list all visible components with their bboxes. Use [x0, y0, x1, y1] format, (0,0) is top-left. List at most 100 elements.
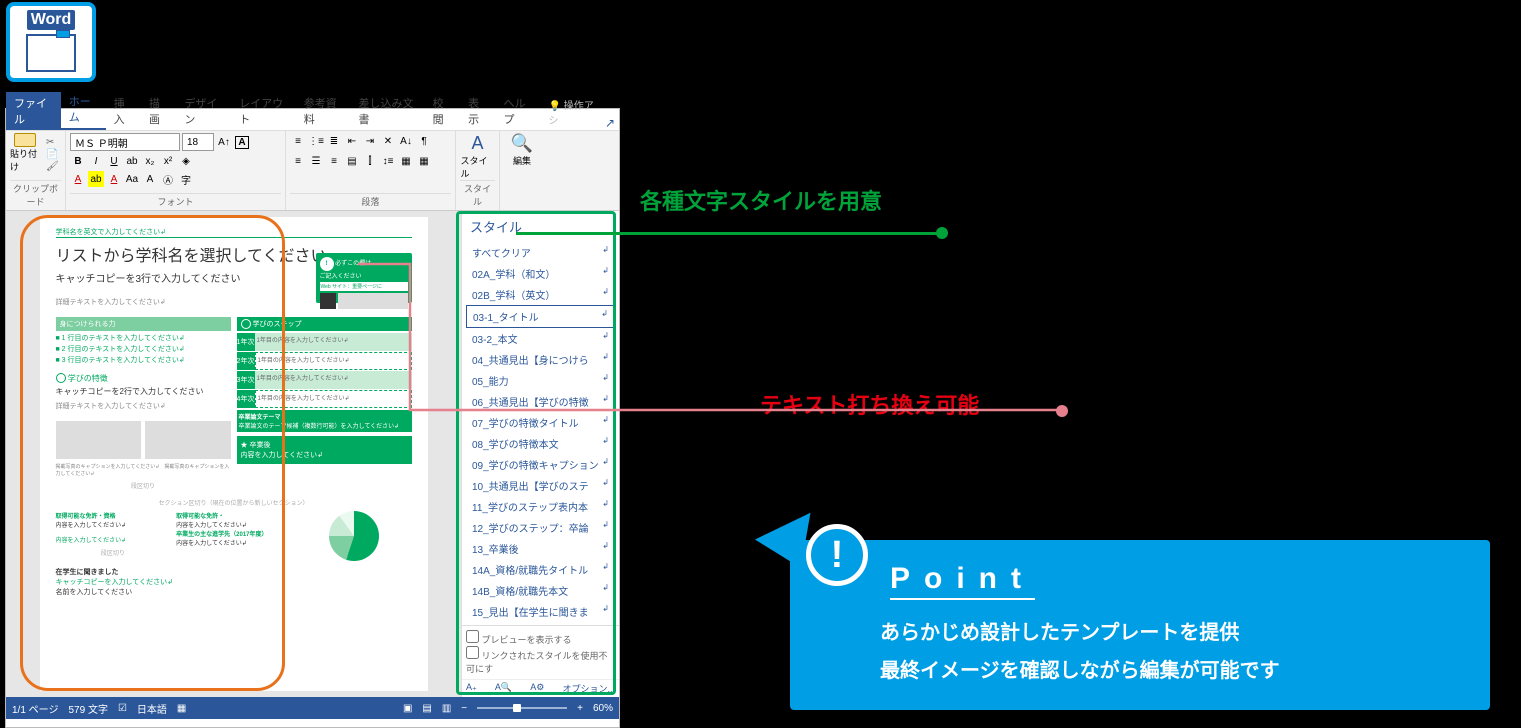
cert-body[interactable]: 内容を入力してください↲ — [56, 523, 127, 529]
style-item[interactable]: 13_卒業後↲ — [466, 538, 615, 559]
tab-view[interactable]: 表示 — [460, 92, 495, 130]
show-marks-icon[interactable]: ¶ — [416, 133, 432, 149]
sub-icon[interactable]: x₂ — [142, 153, 158, 169]
styles-button[interactable]: A スタイル — [461, 133, 495, 180]
font-color-icon[interactable]: A — [70, 171, 86, 187]
edit-button[interactable]: 🔍 編集 — [505, 133, 539, 167]
styles-options-link[interactable]: オプション... — [562, 682, 615, 695]
zoom-out-icon[interactable]: − — [461, 703, 467, 714]
grow-font-icon[interactable]: A↑ — [216, 134, 232, 150]
style-item[interactable]: 05_能力↲ — [466, 370, 615, 391]
char-border-icon[interactable]: 字 — [178, 171, 194, 187]
new-style-icon[interactable]: A₊ — [466, 682, 477, 695]
focus-view-icon[interactable]: ▣ — [403, 703, 412, 714]
asian-icon[interactable]: ✕ — [380, 133, 396, 149]
align-center-icon[interactable]: ☰ — [308, 153, 324, 169]
document-viewport[interactable]: 学科名を英文で入力してください↲ リストから学科名を選択してください キャッチコ… — [6, 211, 461, 697]
align-right-icon[interactable]: ≡ — [326, 153, 342, 169]
indent-inc-icon[interactable]: ⇥ — [362, 133, 378, 149]
cut-icon[interactable]: ✂ — [46, 137, 59, 148]
shading-icon[interactable]: ▦ — [398, 153, 414, 169]
sort-icon[interactable]: A↓ — [398, 133, 414, 149]
page-indicator[interactable]: 1/1 ページ — [12, 701, 58, 716]
style-item[interactable]: 07_学びの特徴タイトル↲ — [466, 412, 615, 433]
distribute-icon[interactable]: ⫿ — [362, 153, 378, 169]
italic-icon[interactable]: I — [88, 153, 104, 169]
bullet-3[interactable]: ■ 3 行目のテキストを入力してください↲ — [56, 355, 231, 366]
style-item[interactable]: 10_共通見出【学びのステ↲ — [466, 475, 615, 496]
feature-catch[interactable]: キャッチコピーを2行で入力してください — [56, 386, 231, 397]
tab-file[interactable]: ファイル — [6, 92, 61, 130]
name-prompt[interactable]: 名前を入力してください — [56, 589, 133, 596]
justify-icon[interactable]: ▤ — [344, 153, 360, 169]
style-item[interactable]: 14A_資格/就職先タイトル↲ — [466, 559, 615, 580]
tab-design[interactable]: デザイン — [176, 92, 231, 130]
tab-layout[interactable]: レイアウト — [231, 92, 296, 130]
char-scale-icon[interactable]: A — [142, 171, 158, 187]
style-item[interactable]: 14B_資格/就職先本文↲ — [466, 580, 615, 601]
word-count[interactable]: 579 文字 — [68, 701, 107, 716]
tab-help[interactable]: ヘルプ — [495, 92, 540, 130]
interview-catch[interactable]: キャッチコピーを入力してください↲ — [56, 579, 173, 586]
align-left-icon[interactable]: ≡ — [290, 153, 306, 169]
style-item[interactable]: 02B_学科（英文）↲ — [466, 284, 615, 305]
borders-icon[interactable]: ▦ — [416, 153, 432, 169]
tab-mailings[interactable]: 差し込み文書 — [350, 92, 424, 130]
style-item[interactable]: すべてクリア↲ — [466, 242, 615, 263]
preview-checkbox[interactable]: プレビューを表示する — [466, 630, 615, 646]
spellcheck-icon[interactable]: ☑ — [118, 703, 127, 714]
tab-review[interactable]: 校閲 — [425, 92, 460, 130]
macro-icon[interactable]: ▦ — [177, 703, 186, 714]
feature-detail[interactable]: 詳細テキストを入力してください↲ — [56, 401, 231, 411]
tab-draw[interactable]: 描画 — [141, 92, 176, 130]
photo-caption[interactable]: 掲載写真のキャプションを入力してください↲ 掲載写真のキャプションを入力してくだ… — [56, 463, 231, 477]
tell-me-hint[interactable]: 💡 操作アシ — [541, 94, 605, 130]
numbering-icon[interactable]: ⋮≡ — [308, 133, 324, 149]
tab-insert[interactable]: 挿入 — [106, 92, 141, 130]
font-size-select[interactable]: 18 — [182, 133, 214, 151]
change-case-icon[interactable]: Aa — [124, 171, 140, 187]
copy-icon[interactable]: 📄 — [46, 149, 59, 160]
format-painter-icon[interactable]: 🖌 — [46, 161, 59, 172]
zoom-slider[interactable] — [477, 707, 567, 709]
indent-dec-icon[interactable]: ⇤ — [344, 133, 360, 149]
tab-references[interactable]: 参考資料 — [296, 92, 351, 130]
bold-icon[interactable]: B — [70, 153, 86, 169]
style-item[interactable]: 12_学びのステップ：卒論↲ — [466, 517, 615, 538]
enclose-icon[interactable]: Ⓐ — [160, 171, 176, 187]
style-inspector-icon[interactable]: A🔍 — [495, 682, 512, 695]
style-item[interactable]: 03-2_本文↲ — [466, 328, 615, 349]
clear-format-icon[interactable]: ◈ — [178, 153, 194, 169]
document-page[interactable]: 学科名を英文で入力してください↲ リストから学科名を選択してください キャッチコ… — [40, 217, 428, 691]
style-item[interactable]: 04_共通見出【身につけら↲ — [466, 349, 615, 370]
style-item[interactable]: 08_学びの特徴本文↲ — [466, 433, 615, 454]
disable-linked-checkbox[interactable]: リンクされたスタイルを使用不可にす — [466, 646, 615, 675]
style-item[interactable]: 02A_学科（和文）↲ — [466, 263, 615, 284]
paste-button[interactable]: 貼り付け — [10, 133, 40, 173]
language-indicator[interactable]: 日本語 — [137, 701, 167, 716]
web-layout-icon[interactable]: ▥ — [442, 703, 451, 714]
font-name-select[interactable]: ＭＳ Ｐ明朝 — [70, 133, 180, 151]
sup-icon[interactable]: x² — [160, 153, 176, 169]
bullet-2[interactable]: ■ 2 行目のテキストを入力してください↲ — [56, 344, 231, 355]
highlight-icon[interactable]: ab — [88, 171, 104, 187]
dept-placeholder[interactable]: 学科名を英文で入力してください↲ — [56, 227, 412, 238]
shrink-font-icon[interactable]: A — [234, 134, 250, 150]
strike-icon[interactable]: ab — [124, 153, 140, 169]
manage-styles-icon[interactable]: A⚙ — [530, 682, 544, 695]
style-item[interactable]: 11_学びのステップ表内本↲ — [466, 496, 615, 517]
style-item[interactable]: 15_見出【在学生に聞きま↲ — [466, 601, 615, 622]
zoom-percent[interactable]: 60% — [593, 703, 613, 714]
zoom-in-icon[interactable]: + — [577, 703, 583, 714]
bullet-1[interactable]: ■ 1 行目のテキストを入力してください↲ — [56, 333, 231, 344]
share-icon[interactable]: ↗ — [605, 116, 619, 130]
bullets-icon[interactable]: ≡ — [290, 133, 306, 149]
line-spacing-icon[interactable]: ↕≡ — [380, 153, 396, 169]
style-item[interactable]: 06_共通見出【学びの特徴↲ — [466, 391, 615, 412]
multilevel-icon[interactable]: ≣ — [326, 133, 342, 149]
style-item[interactable]: 03-1_タイトル↲ — [466, 305, 615, 328]
print-layout-icon[interactable]: ▤ — [422, 703, 431, 714]
underline-icon[interactable]: U — [106, 153, 122, 169]
style-item[interactable]: 09_学びの特徴キャプション↲ — [466, 454, 615, 475]
tab-home[interactable]: ホーム — [61, 90, 106, 130]
